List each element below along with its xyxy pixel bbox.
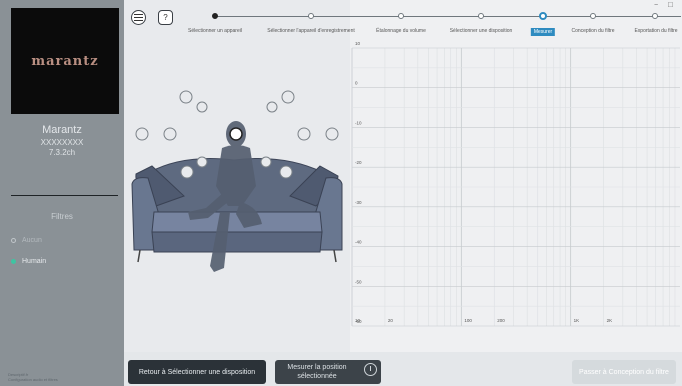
chart-horizontal-grid (352, 47, 680, 327)
help-icon: ? (163, 13, 168, 22)
next-button[interactable]: Passer à Conception du filtre (572, 360, 676, 384)
sidebar-footer: Descriptif.fr Configuration audio et fil… (8, 372, 58, 382)
frequency-response-chart: 100-10-20-30-40-50-60 10201002001K2K10K (351, 42, 680, 327)
step-dot-measure[interactable] (539, 12, 547, 20)
speaker-marker[interactable] (266, 101, 278, 113)
radio-selected-icon[interactable] (11, 259, 16, 264)
step-label[interactable]: Conception du filtre (571, 28, 614, 34)
brand-logo-text: marantz (31, 53, 99, 69)
chart-y-tick-labels: 100-10-20-30-40-50-60 (355, 42, 362, 324)
window-maximize-button[interactable]: □ (668, 0, 673, 9)
step-label[interactable]: Exportation du filtre (634, 28, 677, 34)
speaker-marker[interactable] (260, 156, 272, 168)
speaker-marker[interactable] (196, 101, 208, 113)
chart-y-tick-label: 0 (355, 81, 358, 86)
timer-icon[interactable] (364, 363, 377, 376)
speaker-marker[interactable] (180, 165, 194, 179)
device-channels: 7.3.2ch (48, 148, 76, 157)
sidebar: marantz Marantz XXXXXXXX 7.3.2ch Filtres… (0, 0, 124, 386)
step-dot-select-recorder[interactable] (308, 13, 314, 19)
step-label[interactable]: Sélectionner une disposition (450, 28, 513, 34)
help-button[interactable]: ? (158, 10, 173, 25)
filters-title: Filtres (51, 212, 73, 221)
step-label[interactable]: Sélectionner un appareil (188, 28, 242, 34)
speaker-marker[interactable] (325, 127, 339, 141)
step-label-current[interactable]: Mesurer (530, 28, 556, 36)
window-minimize-button[interactable]: − (654, 2, 658, 9)
progress-track (215, 16, 681, 17)
chart-x-tick-label: 200 (497, 318, 505, 323)
step-dot-select-device[interactable] (212, 13, 218, 19)
chart-x-tick-label: 10 (355, 318, 361, 323)
chart-x-tick-label: 100 (464, 318, 472, 323)
speaker-marker[interactable] (281, 90, 295, 104)
chart-x-tick-label: 1K (574, 318, 580, 323)
chart-y-tick-label: -40 (355, 240, 362, 245)
listening-room-scene (131, 90, 343, 272)
chart-y-tick-label: -50 (355, 279, 362, 284)
speaker-marker[interactable] (196, 156, 208, 168)
menu-button[interactable] (131, 10, 146, 25)
measure-button-line: Mesurer la position (287, 364, 347, 371)
filter-option-human[interactable]: Humain (11, 258, 46, 265)
chart-y-tick-label: 10 (355, 42, 361, 46)
chart-x-tick-label: 2K (607, 318, 613, 323)
speaker-marker[interactable] (297, 127, 311, 141)
speaker-marker[interactable] (163, 127, 177, 141)
step-dot-select-layout[interactable] (478, 13, 484, 19)
sidebar-divider (11, 195, 118, 196)
selected-position-marker[interactable] (229, 127, 243, 141)
chart-x-tick-label: 20 (388, 318, 394, 323)
chart-y-tick-label: -20 (355, 160, 362, 165)
device-serial: XXXXXXXX (40, 138, 84, 147)
back-button[interactable]: Retour à Sélectionner une disposition (128, 360, 266, 384)
step-dot-volume-calibration[interactable] (398, 13, 404, 19)
chart-y-tick-label: -30 (355, 200, 362, 205)
speaker-marker[interactable] (135, 127, 149, 141)
step-label[interactable]: Sélectionner l'appareil d'enregistrement (267, 28, 355, 34)
filter-option-none[interactable]: Aucun (11, 237, 42, 244)
step-dot-filter-design[interactable] (590, 13, 596, 19)
step-dot-filter-export[interactable] (652, 13, 658, 19)
speaker-marker[interactable] (179, 90, 193, 104)
brand-logo: marantz (11, 8, 119, 114)
sidebar-footer-line: Configuration audio et filtres (8, 377, 58, 382)
radio-unselected-icon[interactable] (11, 238, 16, 243)
hamburger-icon (134, 14, 143, 21)
step-label[interactable]: Étalonnage du volume (376, 28, 426, 34)
filter-option-label: Humain (22, 258, 47, 265)
chart-y-tick-label: -10 (355, 120, 362, 125)
device-name: Marantz (42, 124, 82, 136)
measure-button-label: Mesurer la position sélectionnée (287, 363, 346, 381)
filter-option-label: Aucun (22, 237, 42, 244)
measure-button-line: sélectionnée (297, 373, 337, 380)
speaker-marker[interactable] (279, 165, 293, 179)
